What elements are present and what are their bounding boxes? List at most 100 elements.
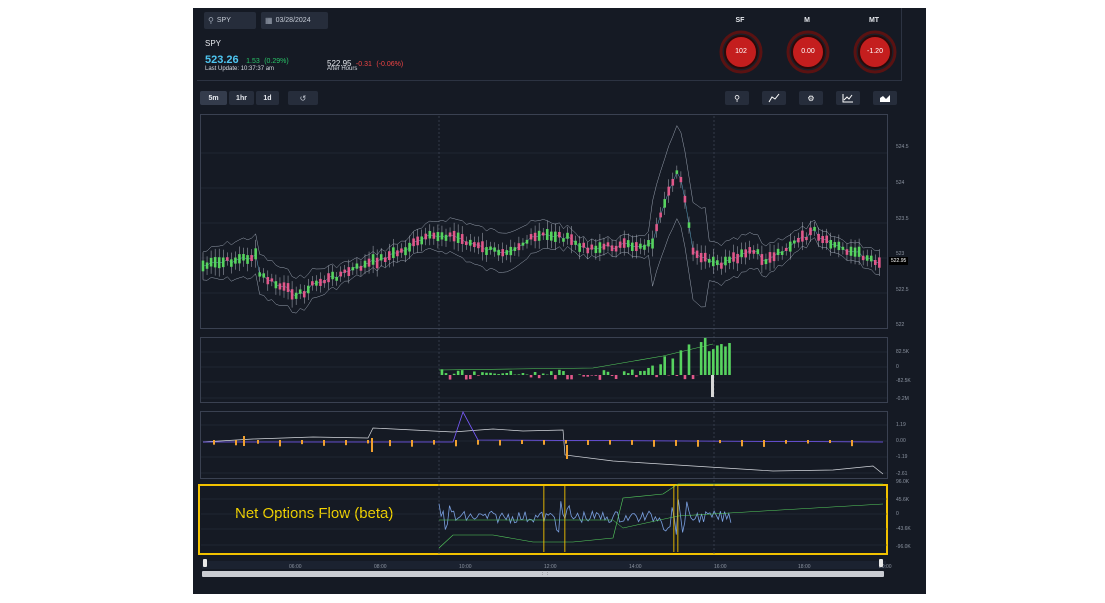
- candle-body: [517, 243, 521, 251]
- candle-body: [602, 243, 606, 250]
- volume-bar: [594, 375, 598, 376]
- volume-bar: [602, 370, 606, 375]
- volume-bar: [444, 373, 448, 375]
- candle-body: [315, 280, 318, 286]
- volume-bar: [570, 375, 573, 380]
- candle-body: [258, 272, 261, 277]
- candle-body: [712, 256, 715, 267]
- candle-body: [221, 257, 225, 268]
- candle-body: [671, 178, 675, 186]
- candle-body: [452, 230, 456, 242]
- candle-body: [226, 257, 229, 261]
- candle-body: [716, 260, 719, 266]
- candle-body: [594, 245, 598, 254]
- candle-body: [554, 231, 557, 242]
- volume-bar: [521, 373, 525, 375]
- volume-bar: [558, 369, 561, 375]
- indicator-marker: [433, 440, 435, 445]
- candle-body: [736, 253, 739, 264]
- candle-body: [788, 241, 792, 252]
- indicator-marker: [675, 440, 677, 446]
- volume-bar: [703, 337, 707, 375]
- candle-body: [821, 236, 824, 243]
- candle-body: [635, 242, 638, 252]
- candle-body: [837, 241, 841, 251]
- indicator-marker: [543, 440, 545, 445]
- candle-body: [857, 246, 861, 257]
- candle-body: [509, 246, 513, 256]
- volume-bar: [687, 344, 691, 375]
- indicator-marker: [609, 440, 611, 445]
- candle-body: [533, 232, 537, 242]
- candle-body: [861, 255, 865, 261]
- volume-bar: [675, 375, 679, 377]
- indicator-marker: [566, 445, 568, 459]
- candle-body: [307, 285, 310, 294]
- candle-body: [740, 249, 743, 258]
- candle-body: [728, 256, 731, 263]
- candle-body: [805, 236, 808, 241]
- volume-bar: [712, 349, 715, 375]
- candle-body: [412, 238, 415, 247]
- volume-bar: [473, 371, 476, 375]
- net-flow-cumulative-line: [439, 503, 884, 529]
- candle-body: [270, 278, 274, 282]
- volume-bar: [724, 346, 727, 375]
- volume-bar: [639, 371, 642, 375]
- indicator-marker: [587, 440, 589, 445]
- net-flow-cumulative-line: [438, 483, 883, 549]
- candle-body: [756, 249, 760, 255]
- candle-body: [626, 240, 630, 248]
- volume-bar: [728, 343, 731, 375]
- candle-body: [311, 281, 314, 286]
- candle-body: [209, 257, 213, 267]
- candle-body: [371, 254, 375, 265]
- candle-body: [331, 271, 334, 280]
- volume-bar: [509, 370, 513, 375]
- volume-bar: [501, 373, 504, 375]
- candle-body: [396, 250, 399, 257]
- options-dashboard: ⚲ SPY ▦ 03/28/2024 SPY 523.26 1.53 (0.29…: [193, 8, 926, 594]
- candle-body: [388, 251, 391, 261]
- volume-bar: [679, 350, 683, 375]
- candle-body: [817, 233, 820, 241]
- candle-body: [833, 242, 837, 248]
- candle-body: [355, 263, 359, 269]
- volume-bar: [578, 374, 581, 375]
- candle-body: [444, 234, 448, 241]
- volume-bar: [456, 370, 460, 375]
- indicator-marker: [719, 440, 721, 444]
- candle-body: [772, 252, 776, 262]
- volume-bar: [626, 373, 630, 375]
- candle-body: [262, 273, 266, 278]
- candle-body: [489, 246, 492, 250]
- candle-body: [294, 292, 298, 299]
- candle-body: [825, 235, 828, 244]
- candle-body: [464, 241, 468, 246]
- candle-body: [302, 291, 306, 298]
- volume-bar: [614, 375, 618, 380]
- candle-body: [643, 244, 646, 250]
- candle-body: [505, 250, 509, 255]
- candle-body: [784, 247, 788, 251]
- candle-body: [323, 279, 326, 284]
- volume-bar: [586, 375, 590, 377]
- candle-body: [752, 250, 756, 254]
- volume-bar: [671, 358, 675, 375]
- indicator-marker: [697, 440, 699, 447]
- candle-body: [845, 249, 849, 255]
- candle-body: [703, 252, 707, 262]
- candle-body: [359, 265, 363, 271]
- candle-body: [764, 259, 768, 265]
- candle-body: [242, 253, 245, 261]
- candle-body: [286, 283, 290, 292]
- candle-body: [473, 242, 476, 248]
- volume-bar: [493, 373, 496, 375]
- volume-bar: [541, 373, 545, 375]
- flow-highlight-band: [564, 486, 566, 552]
- flow-highlight-band: [543, 486, 545, 552]
- indicator-marker: [631, 440, 633, 445]
- candle-body: [537, 230, 541, 241]
- volume-bar: [647, 367, 650, 375]
- indicator-marker: [829, 440, 831, 444]
